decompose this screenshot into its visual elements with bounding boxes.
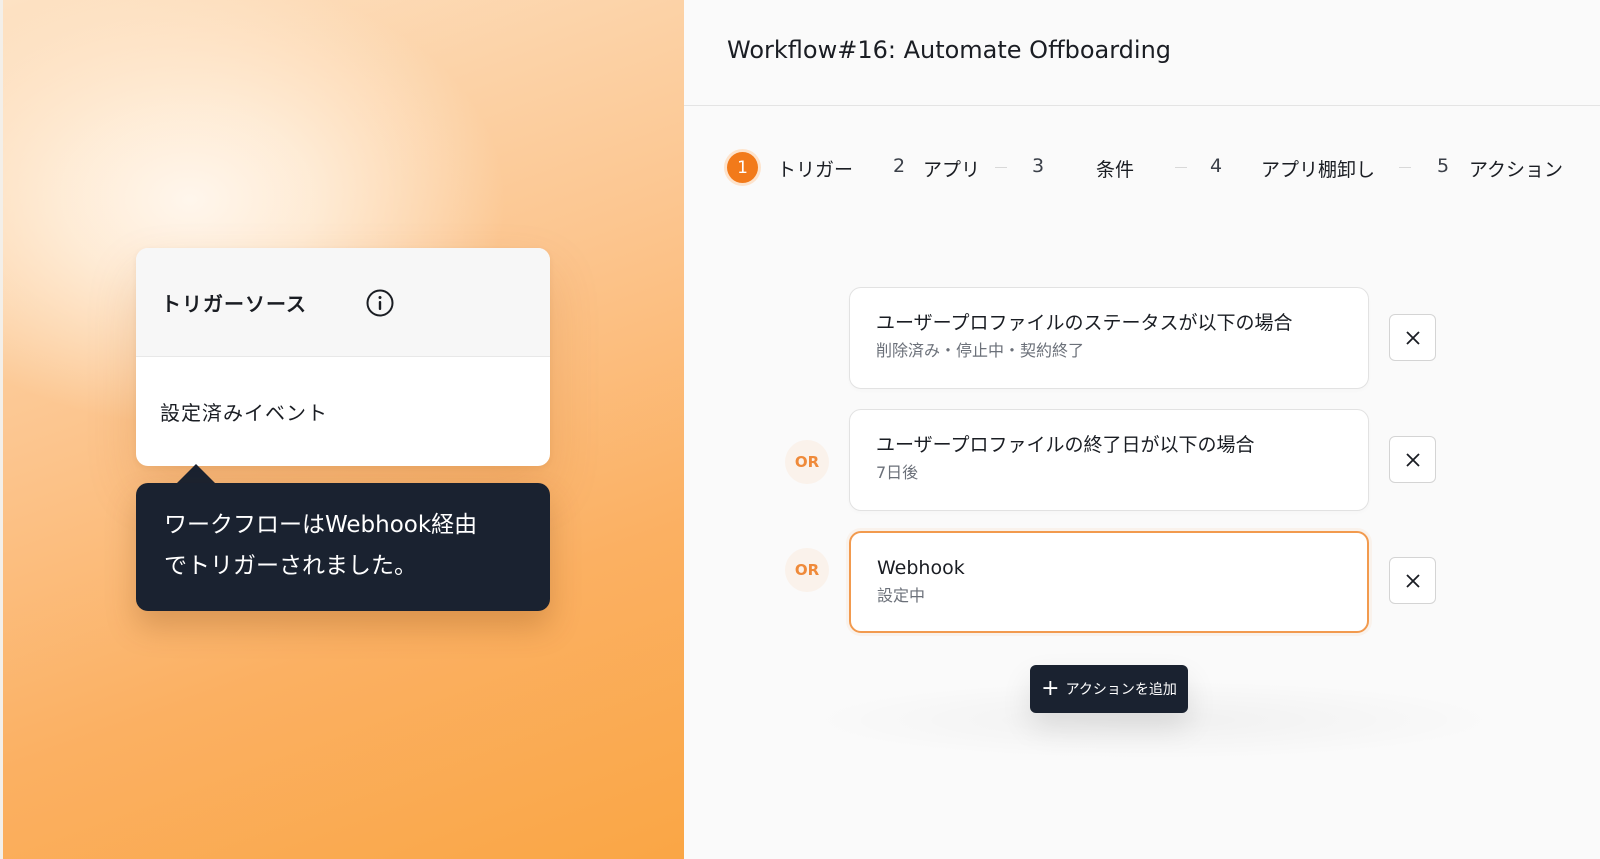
step-separator [995, 167, 1007, 168]
step-3-label[interactable]: 条件 [1096, 155, 1134, 182]
step-separator [1175, 167, 1187, 168]
condition-card-status[interactable]: ユーザープロファイルのステータスが以下の場合 削除済み・停止中・契約終了 [849, 287, 1369, 389]
step-5-label[interactable]: アクション [1469, 155, 1563, 182]
step-5-number[interactable]: 5 [1437, 155, 1449, 177]
condition-card-end-date[interactable]: ユーザープロファイルの終了日が以下の場合 7日後 [849, 409, 1369, 511]
stepper: 1 トリガー 2 アプリ 3 条件 4 アプリ棚卸し 5 アクション [727, 152, 1597, 184]
remove-condition-button[interactable] [1389, 557, 1436, 604]
tooltip-line-2: でトリガーされました。 [164, 553, 417, 579]
step-1-label[interactable]: トリガー [777, 155, 853, 182]
remove-condition-button[interactable] [1389, 314, 1436, 361]
tooltip-line-1: ワークフローはWebhook経由 [164, 512, 478, 538]
step-3-number[interactable]: 3 [1032, 155, 1044, 177]
tooltip-arrow [176, 464, 216, 484]
step-2-number[interactable]: 2 [893, 155, 905, 177]
configured-event-label: 設定済みイベント [160, 401, 328, 425]
page-title: Workflow#16: Automate Offboarding [727, 36, 1172, 64]
condition-title: ユーザープロファイルの終了日が以下の場合 [876, 434, 1255, 456]
plus-icon: + [1041, 676, 1060, 701]
close-icon [1405, 330, 1420, 345]
step-4-label[interactable]: アプリ棚卸し [1261, 155, 1375, 182]
condition-title: Webhook [877, 557, 965, 579]
step-1-number: 1 [737, 157, 748, 178]
condition-subtitle: 設定中 [877, 586, 926, 605]
add-action-button[interactable]: + アクションを追加 [1030, 665, 1188, 713]
close-icon [1405, 452, 1420, 467]
step-separator [1399, 167, 1411, 168]
condition-subtitle: 削除済み・停止中・契約終了 [876, 341, 1085, 360]
header-divider [684, 105, 1600, 106]
or-connector: OR [785, 548, 829, 592]
condition-subtitle: 7日後 [876, 463, 919, 482]
condition-card-webhook[interactable]: Webhook 設定中 [849, 531, 1369, 633]
trigger-source-body[interactable]: 設定済みイベント [136, 357, 550, 466]
decorative-background: トリガーソース 設定済みイベント ワークフローはWebhook経由 でトリガーさ… [0, 0, 684, 859]
or-label: OR [794, 561, 820, 579]
add-action-label: アクションを追加 [1065, 682, 1177, 698]
trigger-tooltip: ワークフローはWebhook経由 でトリガーされました。 [136, 483, 550, 611]
info-icon[interactable] [365, 288, 395, 318]
step-4-number[interactable]: 4 [1210, 155, 1222, 177]
workflow-editor: Workflow#16: Automate Offboarding 1 トリガー… [684, 0, 1600, 859]
step-1-indicator[interactable]: 1 [727, 152, 758, 183]
remove-condition-button[interactable] [1389, 436, 1436, 483]
or-label: OR [794, 453, 820, 471]
condition-title: ユーザープロファイルのステータスが以下の場合 [876, 312, 1293, 334]
close-icon [1405, 573, 1420, 588]
trigger-source-title: トリガーソース [161, 291, 307, 316]
step-2-label[interactable]: アプリ [923, 155, 980, 182]
trigger-source-header: トリガーソース [136, 248, 550, 357]
trigger-source-card: トリガーソース 設定済みイベント [136, 248, 550, 466]
or-connector: OR [785, 440, 829, 484]
